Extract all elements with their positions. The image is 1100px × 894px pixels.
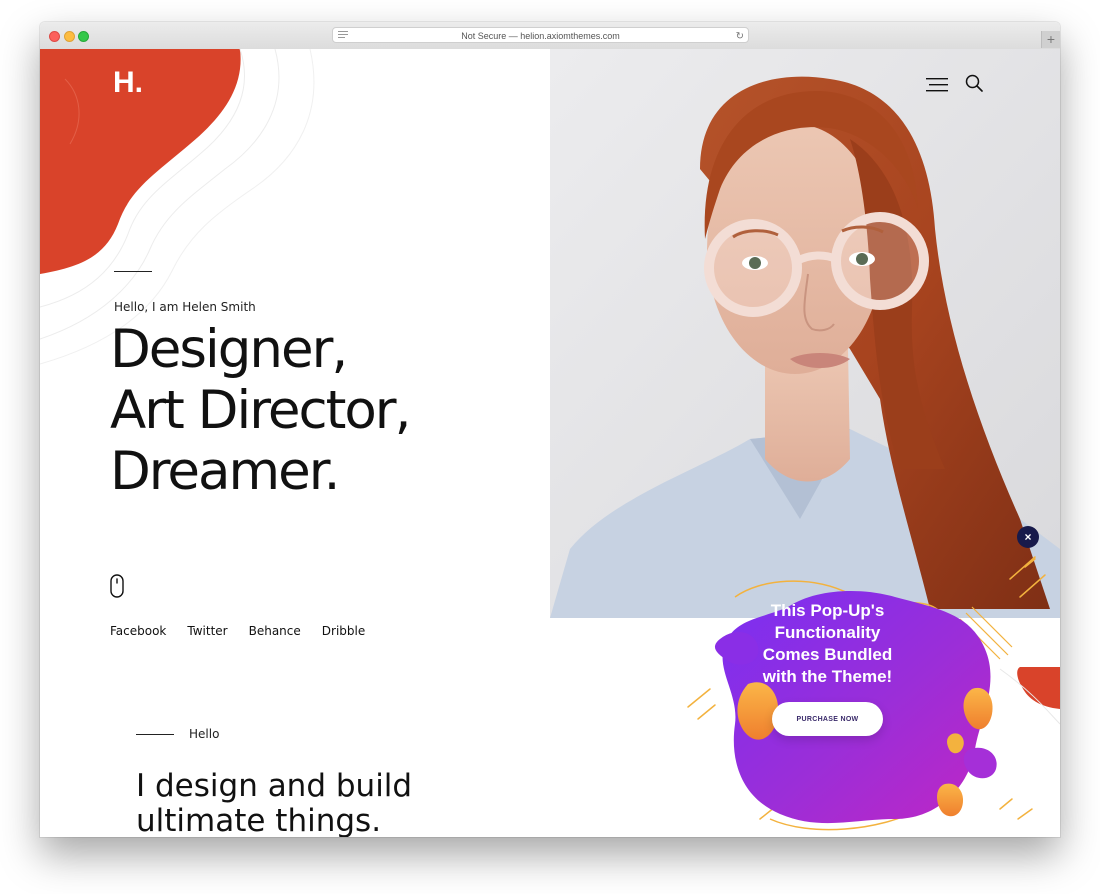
section-divider — [136, 734, 174, 735]
facebook-link[interactable]: Facebook — [110, 624, 166, 638]
close-icon[interactable]: × — [1017, 526, 1039, 548]
lines-icon — [338, 31, 348, 38]
reload-icon[interactable]: ↻ — [736, 29, 744, 45]
web-page: H. Hello, I am Helen Smith Designer, Art… — [40, 49, 1060, 837]
section-title-line: ultimate things. — [136, 803, 382, 838]
purchase-now-button[interactable]: PURCHASE NOW — [772, 702, 883, 736]
section-title: I design and build ultimate things. — [136, 768, 413, 838]
maximize-window-button[interactable] — [78, 31, 89, 42]
headline-line: Art Director, — [110, 380, 411, 441]
url-text: Not Secure — helion.axiomthemes.com — [461, 31, 620, 41]
section-label: Hello — [189, 727, 220, 741]
hero-divider — [114, 271, 152, 272]
twitter-link[interactable]: Twitter — [187, 624, 227, 638]
popup-title: This Pop-Up's Functionality Comes Bundle… — [762, 601, 893, 686]
mouse-icon[interactable] — [110, 574, 124, 598]
address-bar[interactable]: Not Secure — helion.axiomthemes.com ↻ — [332, 27, 749, 43]
menu-icon[interactable] — [926, 78, 948, 92]
site-logo[interactable]: H. — [113, 66, 143, 100]
close-window-button[interactable] — [49, 31, 60, 42]
dribbble-link[interactable]: Dribble — [322, 624, 365, 638]
new-tab-button[interactable]: + — [1041, 31, 1060, 48]
minimize-window-button[interactable] — [64, 31, 75, 42]
behance-link[interactable]: Behance — [249, 624, 301, 638]
browser-titlebar: Not Secure — helion.axiomthemes.com ↻ + — [40, 22, 1060, 50]
headline-line: Dreamer. — [110, 441, 341, 502]
social-links: Facebook Twitter Behance Dribble — [110, 624, 365, 638]
hero-greeting: Hello, I am Helen Smith — [114, 300, 256, 314]
headline-line: Designer, — [110, 319, 348, 380]
hero-headline: Designer, Art Director, Dreamer. — [110, 319, 411, 502]
search-icon[interactable] — [965, 74, 983, 92]
browser-window: Not Secure — helion.axiomthemes.com ↻ + … — [40, 22, 1060, 837]
section-title-line: I design and build — [136, 768, 413, 804]
